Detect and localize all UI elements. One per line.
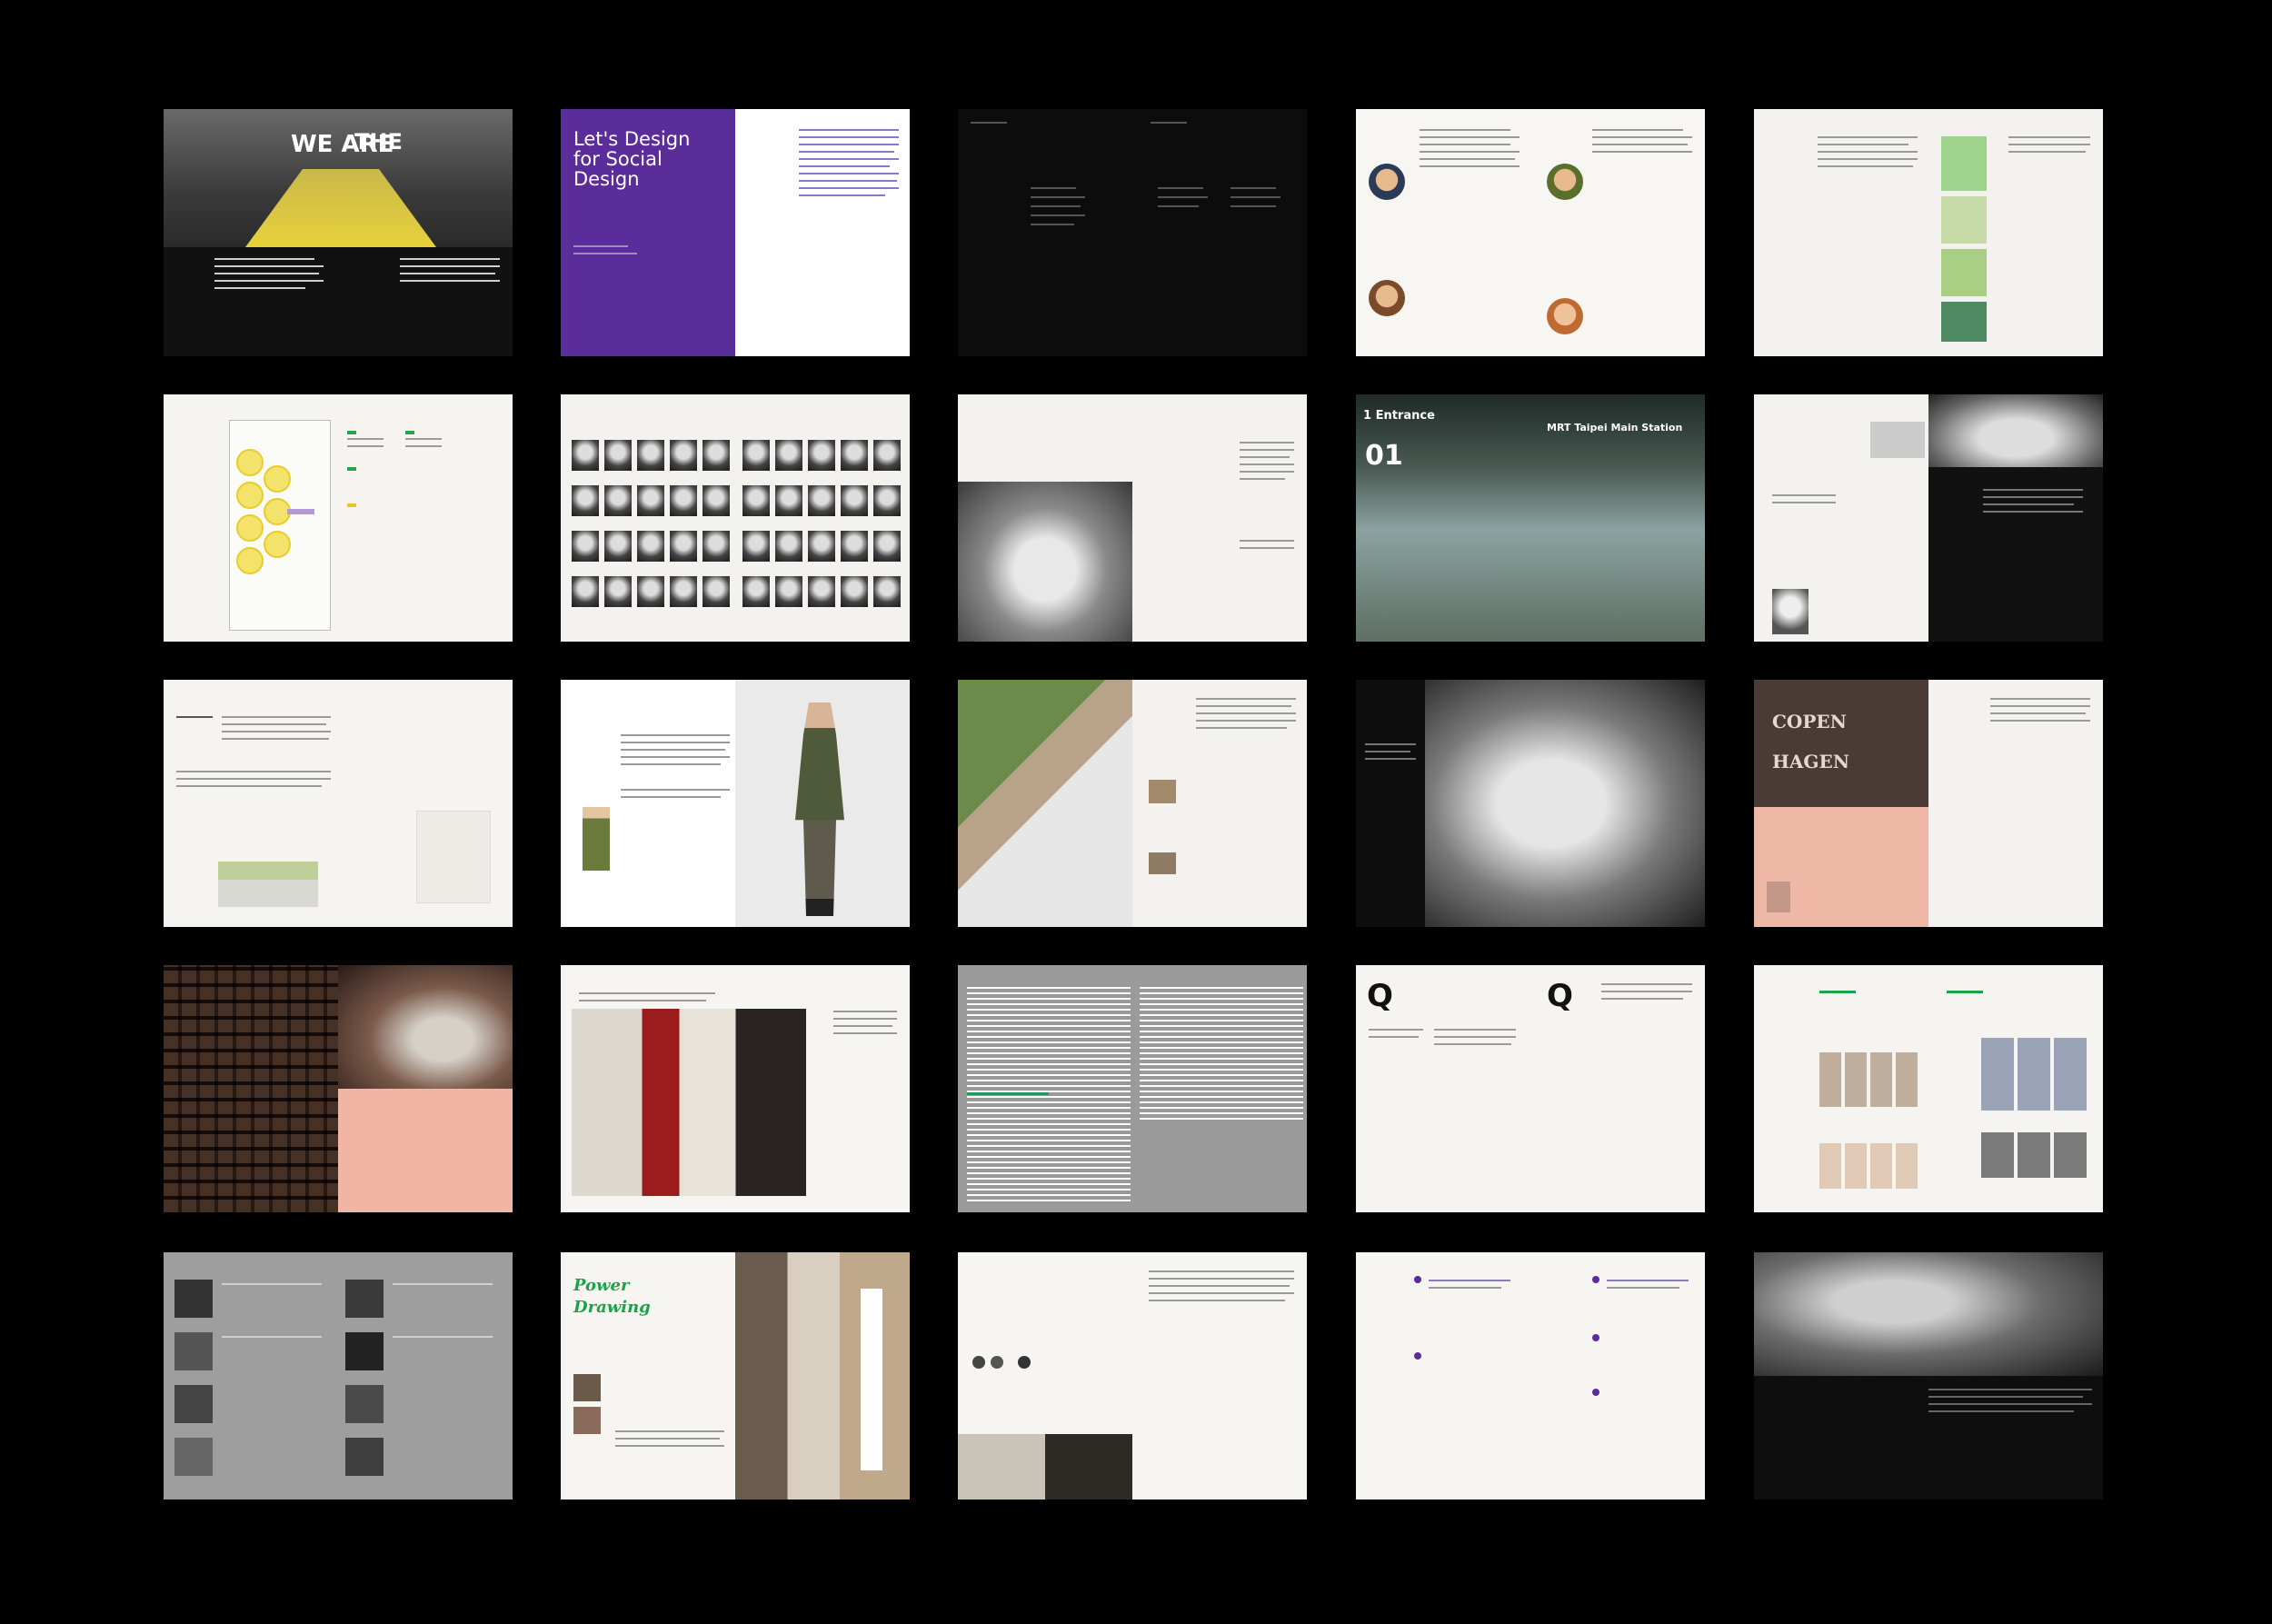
spread-2: Let's Design for Social Design — [561, 109, 910, 356]
spread-10 — [1754, 394, 2103, 642]
thumb-grid — [1819, 1143, 1919, 1189]
portrait-photo — [1767, 882, 1790, 912]
gallery-photo — [1928, 394, 2103, 467]
artwork-photo — [735, 1252, 910, 1499]
event-photo — [958, 1434, 1132, 1499]
round-portrait — [991, 1356, 1003, 1369]
thumb — [573, 1374, 601, 1401]
spread-17 — [561, 965, 910, 1212]
chapter-number: 01 — [1365, 440, 1403, 472]
thumb — [1149, 852, 1176, 874]
copen-word: COPEN — [1772, 711, 1847, 732]
bw-portrait — [174, 1280, 213, 1318]
bw-portrait — [345, 1438, 384, 1476]
avatar — [1547, 298, 1583, 334]
entrance-sign: 1 Entrance — [1363, 409, 1435, 423]
q-letter: Q — [1547, 978, 1573, 1014]
the-title: THE — [354, 129, 403, 154]
portrait-photo — [1772, 589, 1809, 634]
spread-20 — [1754, 965, 2103, 1212]
performance-photo — [338, 965, 513, 1089]
planter-drawing — [218, 862, 318, 907]
power-title: Power — [573, 1276, 630, 1295]
spread-5 — [1754, 109, 2103, 356]
avatar — [1547, 164, 1583, 200]
illustration-figure — [583, 807, 610, 871]
aerial-photo — [958, 680, 1132, 927]
spread-1: WE ARE THE — [164, 109, 513, 356]
bw-portrait — [345, 1385, 384, 1423]
spread-22: Power Drawing — [561, 1252, 910, 1499]
column-page — [1140, 987, 1303, 1121]
pavilion-photo — [1425, 680, 1705, 927]
spread-7 — [561, 394, 910, 642]
game-screenshot — [1941, 196, 1987, 244]
thumb-grid — [1819, 1052, 1919, 1107]
drawing-title: Drawing — [573, 1298, 651, 1317]
spread-9: 1 Entrance MRT Taipei Main Station 01 — [1356, 394, 1705, 642]
thumb-grid — [1981, 1132, 2090, 1178]
avatar — [1369, 280, 1405, 316]
spread-14 — [1356, 680, 1705, 927]
round-portrait — [1018, 1356, 1031, 1369]
spread-13 — [958, 680, 1307, 927]
pink-panel — [338, 1089, 513, 1212]
crowd-photo — [1754, 1252, 2103, 1376]
spread-24 — [1356, 1252, 1705, 1499]
sketch-drawing — [416, 811, 491, 903]
round-portrait — [972, 1356, 985, 1369]
column-page — [967, 987, 1131, 1205]
spread-8 — [958, 394, 1307, 642]
thumb-grid — [1981, 1038, 2090, 1111]
thumb — [573, 1407, 601, 1434]
spread-23 — [958, 1252, 1307, 1499]
thumb — [1149, 780, 1176, 803]
bw-portrait — [174, 1332, 213, 1370]
hagen-word: HAGEN — [1772, 751, 1850, 772]
bw-portrait — [345, 1280, 384, 1318]
game-screenshot — [1941, 302, 1987, 342]
gallery-thumb — [1870, 422, 1925, 458]
caption-card — [861, 1289, 882, 1470]
spread-25 — [1754, 1252, 2103, 1499]
book-spread-grid: { "spread1": { "title_top": "WE ARE", "t… — [0, 0, 2272, 1624]
spread-19: Q Q — [1356, 965, 1705, 1212]
spread-16 — [164, 965, 513, 1212]
spread-18 — [958, 965, 1307, 1212]
spread-4 — [1356, 109, 1705, 356]
game-screenshot — [1941, 136, 1987, 191]
bw-portrait — [174, 1438, 213, 1476]
cover-photo — [1754, 680, 1928, 807]
bw-portrait — [345, 1332, 384, 1370]
game-screenshot — [1941, 249, 1987, 296]
spread-6 — [164, 394, 513, 642]
bw-portrait — [174, 1385, 213, 1423]
spread-15: COPEN HAGEN — [1754, 680, 2103, 927]
station-sign: MRT Taipei Main Station — [1547, 422, 1683, 433]
lets-design-title: Let's Design for Social Design — [573, 128, 691, 191]
santa-photo — [572, 1009, 806, 1196]
pavilion-photo — [958, 482, 1132, 642]
photo-collage — [164, 965, 338, 1212]
spread-3 — [958, 109, 1307, 356]
spread-11 — [164, 680, 513, 927]
spread-12 — [561, 680, 910, 927]
avatar — [1369, 164, 1405, 200]
spread-21 — [164, 1252, 513, 1499]
q-letter: Q — [1367, 978, 1393, 1014]
